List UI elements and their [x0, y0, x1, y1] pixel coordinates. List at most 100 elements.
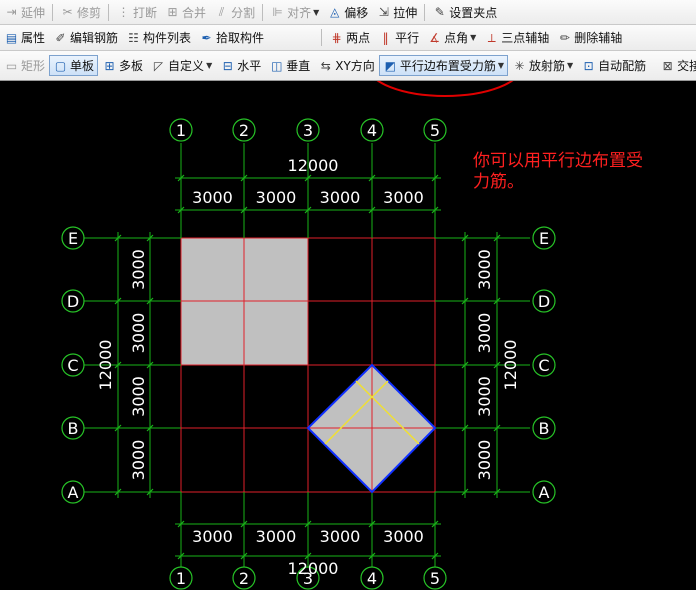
- component-list-icon: ☷: [128, 30, 139, 45]
- span-dimension-left: 3000: [129, 313, 148, 354]
- total-dimension-right: 12000: [501, 340, 520, 391]
- custom-button[interactable]: ◸ 自定义 ▼: [147, 55, 216, 76]
- parallel-icon: ‖: [382, 30, 389, 45]
- axis-label: 1: [176, 569, 186, 588]
- toolbar-separator: [262, 3, 264, 21]
- edit-rebar-button[interactable]: ✐ 编辑钢筋: [49, 27, 122, 48]
- axis-label: B: [68, 419, 79, 438]
- cross-button[interactable]: ⊠交接: [656, 55, 696, 76]
- two-point-button[interactable]: ⋕ 两点: [325, 27, 374, 48]
- point-angle-button[interactable]: ∡ 点角 ▼: [423, 27, 480, 48]
- multi-slab-icon: ⊞: [104, 58, 115, 73]
- split-button[interactable]: ⫽ 分割: [210, 2, 259, 23]
- axis-label: C: [67, 356, 78, 375]
- single-slab-icon: ▢: [54, 58, 67, 73]
- align-icon: ⊫: [272, 5, 283, 19]
- slab-rebar-toolbar: ▭ 矩形 ▢ 单板 ⊞ 多板 ◸ 自定义 ▼ ⊟ 水平 ◫ 垂直 ⇆ XY方向 ◩ 平行边布置受力…: [0, 51, 696, 81]
- horizontal-button[interactable]: ⊟ 水平: [216, 55, 265, 76]
- toolbar-separator: [424, 3, 426, 21]
- axis-label: 4: [367, 569, 377, 588]
- offset-icon: ◬: [330, 5, 340, 19]
- span-dimension-right: 3000: [475, 440, 494, 481]
- stretch-icon: ⇲: [378, 5, 389, 19]
- parallel-button[interactable]: ‖ 平行: [374, 27, 423, 48]
- component-toolbar: ▤ 属性 ✐ 编辑钢筋 ☷ 构件列表 ✒ 拾取构件 ⋕ 两点 ‖ 平行 ∡ 点角 ▼ ⟂ 三点辅轴…: [0, 25, 696, 51]
- chevron-down-icon: ▼: [206, 61, 213, 70]
- single-slab-button[interactable]: ▢ 单板: [49, 55, 99, 76]
- span-dimension-left: 3000: [129, 440, 148, 481]
- axis-label: E: [539, 229, 549, 248]
- vertical-icon: ◫: [271, 58, 283, 73]
- span-dimension-right: 3000: [475, 376, 494, 417]
- xy-direction-icon: ⇆: [320, 58, 331, 73]
- extend-icon: ⇥: [6, 5, 17, 19]
- axis-label: C: [538, 356, 549, 375]
- span-dimension-bottom: 3000: [320, 527, 361, 546]
- span-dimension-left: 3000: [129, 376, 148, 417]
- offset-button[interactable]: ◬ 偏移: [323, 2, 372, 23]
- total-dimension-bottom: 12000: [288, 559, 339, 578]
- axis-label: D: [538, 292, 550, 311]
- axis-label: 1: [176, 121, 186, 140]
- axis-label: 2: [239, 121, 249, 140]
- axis-label: D: [67, 292, 79, 311]
- three-point-axis-icon: ⟂: [487, 30, 496, 45]
- properties-button[interactable]: ▤ 属性: [0, 27, 49, 48]
- two-point-icon: ⋕: [331, 30, 342, 45]
- parallel-edge-icon: ◩: [384, 58, 396, 73]
- merge-button[interactable]: ⊞ 合并: [161, 2, 210, 23]
- pick-component-button[interactable]: ✒ 拾取构件: [195, 27, 268, 48]
- span-dimension-top: 3000: [256, 188, 297, 207]
- xy-direction-button[interactable]: ⇆ XY方向: [314, 55, 379, 76]
- set-grip-icon: ✎: [434, 5, 445, 19]
- chevron-down-icon: ▼: [567, 61, 574, 70]
- span-dimension-right: 3000: [475, 249, 494, 290]
- annotation-note-line-2: 力筋。: [473, 172, 524, 192]
- horizontal-icon: ⊟: [222, 58, 233, 73]
- break-button[interactable]: ⋮ 打断: [112, 2, 161, 23]
- edit-rebar-icon: ✐: [55, 30, 66, 45]
- pick-component-icon: ✒: [201, 30, 212, 45]
- span-dimension-bottom: 3000: [383, 527, 424, 546]
- axis-label: A: [539, 483, 550, 502]
- chevron-down-icon: ▼: [313, 7, 320, 17]
- split-icon: ⫽: [218, 5, 225, 19]
- span-dimension-top: 3000: [192, 188, 233, 207]
- properties-icon: ▤: [5, 30, 18, 45]
- point-angle-icon: ∡: [429, 30, 440, 45]
- axis-label: 3: [303, 121, 313, 140]
- toolbar-separator: [321, 29, 323, 46]
- trim-button[interactable]: ✂ 修剪: [56, 2, 105, 23]
- delete-aux-axis-icon: ✏: [559, 30, 570, 45]
- multi-slab-button[interactable]: ⊞ 多板: [98, 55, 147, 76]
- stretch-button[interactable]: ⇲ 拉伸: [372, 2, 421, 23]
- trim-icon: ✂: [62, 5, 73, 19]
- span-dimension-top: 3000: [383, 188, 424, 207]
- set-grip-button[interactable]: ✎ 设置夹点: [428, 2, 501, 23]
- annotation-note-line-1: 你可以用平行边布置受: [473, 151, 643, 171]
- break-icon: ⋮: [117, 5, 130, 19]
- chevron-down-icon: ▼: [497, 61, 504, 70]
- custom-icon: ◸: [153, 58, 164, 73]
- align-button[interactable]: ⊫ 对齐 ▼: [266, 2, 323, 23]
- axis-label: A: [68, 483, 79, 502]
- axis-label: 4: [367, 121, 377, 140]
- axis-label: 5: [430, 121, 440, 140]
- auto-rebar-button[interactable]: ⊡ 自动配筋: [577, 55, 650, 76]
- component-list-button[interactable]: ☷ 构件列表: [122, 27, 195, 48]
- parallel-edge-button[interactable]: ◩ 平行边布置受力筋 ▼: [378, 55, 508, 76]
- axis-label: B: [539, 419, 550, 438]
- axis-label: E: [68, 229, 78, 248]
- extend-button[interactable]: ⇥ 延伸: [0, 2, 49, 23]
- span-dimension-bottom: 3000: [192, 527, 233, 546]
- vertical-button[interactable]: ◫ 垂直: [265, 55, 314, 76]
- three-point-axis-button[interactable]: ⟂ 三点辅轴: [480, 27, 553, 48]
- total-dimension-left: 12000: [96, 340, 115, 391]
- radial-rebar-button[interactable]: ✳ 放射筋 ▼: [508, 55, 577, 76]
- delete-aux-axis-button[interactable]: ✏ 删除辅轴: [553, 27, 626, 48]
- drawing-canvas[interactable]: 1122334455E ED DC CB BA A300030003000 30003000…: [0, 81, 696, 590]
- toolbar-separator: [52, 3, 54, 21]
- toolbar-separator: [108, 3, 110, 21]
- span-dimension-top: 3000: [320, 188, 361, 207]
- rectangle-button[interactable]: ▭ 矩形: [0, 55, 49, 76]
